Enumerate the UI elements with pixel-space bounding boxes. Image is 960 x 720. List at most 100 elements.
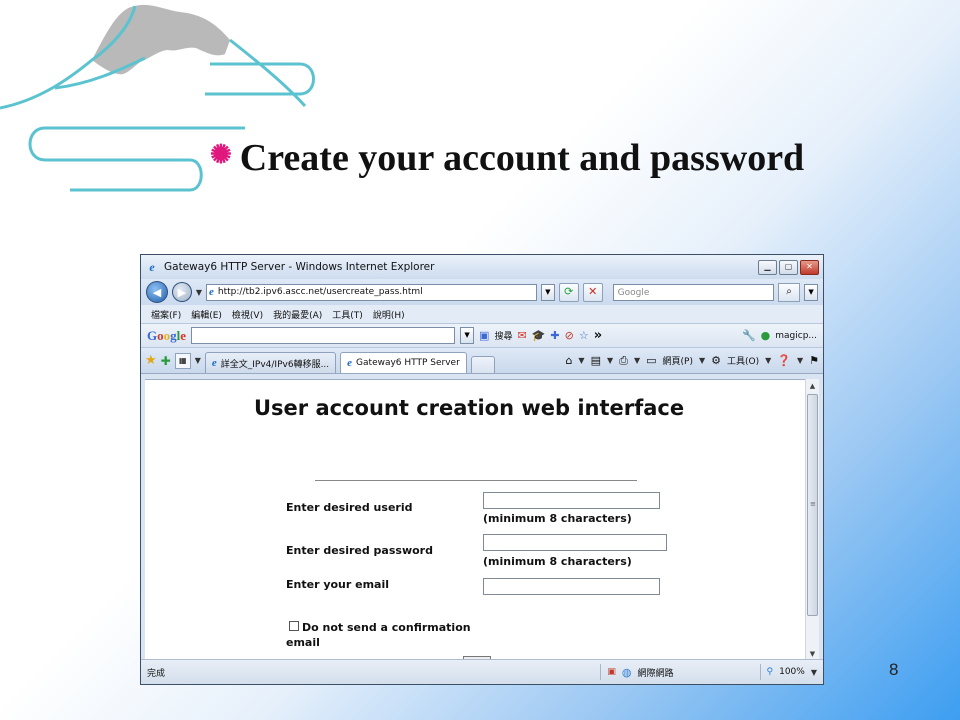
scroll-up-arrow-icon[interactable]: ▲: [807, 380, 818, 392]
research-icon[interactable]: ⚑: [809, 354, 819, 367]
menu-edit[interactable]: 編輯(E): [191, 308, 222, 321]
google-logo: Google: [147, 327, 187, 343]
separator: [600, 664, 602, 680]
google-search-icon[interactable]: ▣: [479, 329, 489, 342]
print-icon[interactable]: ⎙: [619, 354, 628, 368]
menu-favorites[interactable]: 我的最愛(A): [273, 308, 322, 321]
address-input[interactable]: e http://tb2.ipv6.ascc.net/usercreate_pa…: [206, 283, 537, 301]
address-bar: ◀ ▶ ▼ e http://tb2.ipv6.ascc.net/usercre…: [141, 279, 823, 305]
form-heading: User account creation web interface: [254, 396, 685, 420]
userid-label: Enter desired userid: [286, 501, 413, 514]
browser-window: e Gateway6 HTTP Server - Windows Interne…: [140, 254, 824, 685]
plus-icon[interactable]: ✚: [550, 329, 559, 342]
address-dropdown-button[interactable]: ▼: [540, 283, 555, 301]
favorites-star-icon[interactable]: ★: [145, 353, 157, 368]
userid-hint: (minimum 8 characters): [483, 512, 632, 525]
menu-help[interactable]: 說明(H): [373, 308, 405, 321]
tab-list-dropdown-icon[interactable]: ▼: [195, 356, 201, 365]
wrench-icon[interactable]: 🔧: [742, 329, 756, 342]
forward-button[interactable]: ▶: [171, 282, 192, 302]
scroll-thumb[interactable]: ≡: [807, 394, 818, 616]
status-right: ▣ ◍ 網際網路 ⚲ 100% ▼: [600, 664, 817, 680]
zoom-level[interactable]: 100%: [779, 667, 805, 677]
page-menu-dropdown-icon[interactable]: ▼: [699, 356, 705, 365]
print-dropdown-icon[interactable]: ▼: [634, 356, 640, 365]
menu-bar: 檔案(F) 編輯(E) 檢視(V) 我的最愛(A) 工具(T) 說明(H): [141, 305, 823, 324]
zoom-dropdown-icon[interactable]: ▼: [811, 668, 817, 677]
search-button[interactable]: ⌕: [778, 282, 801, 302]
page-icon: e: [211, 357, 217, 369]
page-viewport: User account creation web interface Ente…: [145, 379, 809, 662]
menu-tools[interactable]: 工具(T): [332, 308, 363, 321]
slide-title: ✺ Create your account and password: [210, 136, 804, 180]
page-menu-icon[interactable]: ▭: [646, 354, 656, 367]
password-input[interactable]: [483, 534, 667, 551]
search-options-dropdown[interactable]: ▼: [804, 283, 818, 301]
google-search-input[interactable]: [191, 327, 456, 344]
home-icon[interactable]: ⌂: [565, 354, 572, 367]
mountain-shape: [92, 4, 230, 75]
quick-tabs-icon[interactable]: ▦: [174, 352, 191, 369]
status-text: 完成: [147, 668, 166, 679]
tab-label: 詳全文_IPv4/IPv6轉移服...: [220, 359, 330, 370]
title-bar: e Gateway6 HTTP Server - Windows Interne…: [141, 255, 823, 279]
page-menu[interactable]: 網頁(P): [663, 354, 693, 367]
tools-menu[interactable]: 工具(O): [727, 354, 759, 367]
add-favorite-icon[interactable]: ✚: [161, 354, 171, 368]
refresh-button[interactable]: ⟳: [558, 282, 579, 302]
userid-input[interactable]: [483, 492, 660, 509]
page-number: 8: [889, 660, 899, 679]
window-title: Gateway6 HTTP Server - Windows Internet …: [164, 261, 435, 273]
no-confirmation-checkbox[interactable]: [289, 621, 299, 631]
history-dropdown-icon[interactable]: ▼: [196, 288, 202, 297]
slide-title-text: Create your account and password: [239, 137, 805, 179]
account-name[interactable]: magicp...: [775, 331, 817, 341]
google-search-dropdown[interactable]: ▼: [460, 327, 475, 344]
vertical-scrollbar[interactable]: ▲ ≡ ▼: [805, 379, 819, 661]
home-dropdown-icon[interactable]: ▼: [578, 356, 584, 365]
tab-bar: ★ ✚ ▦ ▼ e 詳全文_IPv4/IPv6轉移服... e Gateway6…: [141, 348, 823, 374]
status-bar: 完成 ▣ ◍ 網際網路 ⚲ 100% ▼: [141, 659, 823, 684]
no-confirmation-label-cont: email: [286, 636, 320, 649]
block-popup-icon[interactable]: ⊘: [565, 329, 574, 342]
wave-line: [205, 62, 315, 96]
close-button[interactable]: ✕: [800, 259, 819, 275]
feeds-icon[interactable]: ▤: [591, 354, 601, 367]
password-hint: (minimum 8 characters): [483, 555, 632, 568]
graduation-cap-icon[interactable]: 🎓: [532, 329, 546, 342]
ie-logo-icon: e: [149, 259, 155, 274]
email-input[interactable]: [483, 578, 660, 595]
wave-line: [229, 38, 307, 108]
page-icon: e: [347, 357, 353, 369]
tab-gateway6[interactable]: e Gateway6 HTTP Server: [340, 352, 467, 373]
mail-icon[interactable]: ✉: [517, 329, 526, 342]
password-label: Enter desired password: [286, 544, 433, 557]
help-icon[interactable]: ❓: [777, 354, 791, 367]
stop-button[interactable]: ✕: [582, 282, 603, 302]
menu-view[interactable]: 檢視(V): [232, 308, 263, 321]
tab-label: Gateway6 HTTP Server: [356, 358, 460, 368]
maximize-button[interactable]: ▢: [779, 259, 798, 275]
bullet-icon: ✺: [210, 140, 232, 169]
gear-icon[interactable]: ⚙: [711, 354, 721, 367]
security-icon: ▣: [607, 667, 616, 677]
menu-file[interactable]: 檔案(F): [151, 308, 181, 321]
minimize-button[interactable]: ▁: [758, 259, 777, 275]
back-button[interactable]: ◀: [146, 281, 168, 303]
google-toolbar: Google ▼ ▣ 搜尋 ✉ 🎓 ✚ ⊘ ☆ » 🔧 ● magicp...: [141, 324, 823, 348]
divider: [315, 480, 637, 481]
address-url: http://tb2.ipv6.ascc.net/usercreate_pass…: [217, 287, 423, 297]
feeds-dropdown-icon[interactable]: ▼: [607, 356, 613, 365]
more-chevron-icon[interactable]: »: [594, 328, 602, 343]
google-search-label[interactable]: 搜尋: [494, 329, 512, 342]
zoom-icon[interactable]: ⚲: [767, 667, 774, 677]
globe-icon: ◍: [621, 665, 632, 679]
tab-ipv6-article[interactable]: e 詳全文_IPv4/IPv6轉移服...: [204, 352, 337, 373]
new-tab-button[interactable]: [470, 356, 495, 373]
help-dropdown-icon[interactable]: ▼: [797, 356, 803, 365]
account-status-icon: ●: [760, 329, 771, 342]
search-input[interactable]: Google: [612, 283, 775, 301]
no-confirmation-label: Do not send a confirmation: [302, 621, 471, 634]
tools-dropdown-icon[interactable]: ▼: [765, 356, 771, 365]
star-icon[interactable]: ☆: [579, 329, 589, 342]
